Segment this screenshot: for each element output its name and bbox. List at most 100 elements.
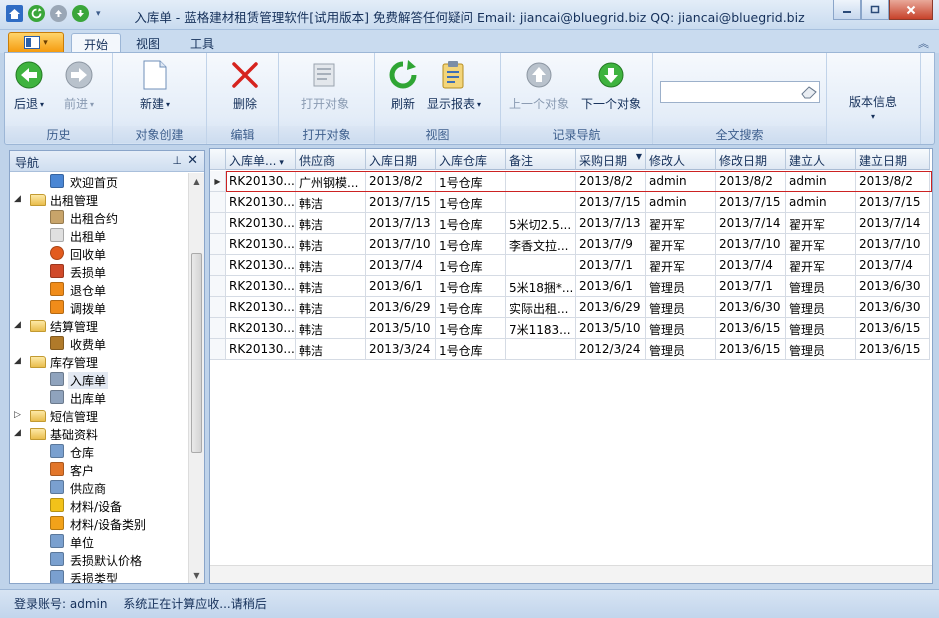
table-cell[interactable]: RK20130... [226, 318, 296, 339]
table-cell[interactable]: 2013/6/29 [366, 297, 436, 318]
forward-button[interactable]: 前进 ▾ [63, 59, 95, 112]
table-cell[interactable]: 5米18捆*... [506, 276, 576, 297]
table-cell[interactable]: 2013/7/4 [716, 255, 786, 276]
table-cell[interactable]: RK20130... [226, 213, 296, 234]
table-cell[interactable]: admin [646, 192, 716, 213]
table-cell[interactable]: 7米1183... [506, 318, 576, 339]
restore-button[interactable] [861, 0, 889, 20]
table-cell[interactable]: 2013/7/4 [856, 255, 930, 276]
column-header[interactable]: 修改人 [646, 149, 716, 170]
sort-dropdown-icon[interactable]: ▾ [276, 158, 284, 168]
table-cell[interactable]: 1号仓库 [436, 213, 506, 234]
column-header[interactable]: 建立日期 [856, 149, 930, 170]
nav-item[interactable]: 仓库 [10, 443, 188, 461]
table-cell[interactable]: RK20130... [226, 276, 296, 297]
new-button[interactable]: 新建 ▾ [139, 59, 171, 112]
table-cell[interactable]: 2013/6/15 [716, 339, 786, 360]
table-cell[interactable]: 韩洁 [296, 276, 366, 297]
nav-scrollbar[interactable]: ▲ ▼ [188, 173, 204, 583]
column-header[interactable]: 采购日期 ▼ [576, 149, 646, 170]
refresh-icon[interactable] [28, 5, 45, 22]
table-cell[interactable]: 2013/7/15 [576, 192, 646, 213]
header-corner[interactable] [210, 149, 226, 170]
table-cell[interactable]: 2013/8/2 [856, 171, 930, 192]
minimize-button[interactable] [833, 0, 861, 20]
filter-icon[interactable]: ▼ [636, 152, 642, 161]
table-cell[interactable]: 管理员 [646, 339, 716, 360]
table-row[interactable]: RK20130... 韩洁 2013/5/10 1号仓库 7米1183... 2013/5… [210, 318, 932, 339]
table-cell[interactable]: RK20130... [226, 171, 296, 192]
table-cell[interactable]: 2013/7/10 [856, 234, 930, 255]
table-cell[interactable]: 2013/7/15 [366, 192, 436, 213]
scroll-up-icon[interactable]: ▲ [189, 173, 204, 189]
nav-item[interactable]: 回收单 [10, 245, 188, 263]
scroll-thumb[interactable] [191, 253, 202, 453]
table-cell[interactable]: 5米切2.5... [506, 213, 576, 234]
row-indicator[interactable] [210, 234, 226, 255]
table-cell[interactable]: RK20130... [226, 234, 296, 255]
row-indicator[interactable] [210, 192, 226, 213]
ribbon-minimize-icon[interactable]: ︽ [918, 35, 929, 51]
table-cell[interactable]: 2013/6/30 [856, 276, 930, 297]
close-button[interactable] [889, 0, 933, 20]
table-cell[interactable]: admin [786, 171, 856, 192]
collapse-icon[interactable]: ◢ [14, 320, 21, 330]
row-indicator[interactable] [210, 318, 226, 339]
table-cell[interactable] [506, 171, 576, 192]
table-cell[interactable]: 2013/7/10 [716, 234, 786, 255]
table-cell[interactable]: 2013/7/1 [716, 276, 786, 297]
table-row[interactable]: RK20130... 韩洁 2013/7/15 1号仓库 2013/7/15 admin 2… [210, 192, 932, 213]
table-cell[interactable]: 2013/8/2 [366, 171, 436, 192]
table-cell[interactable]: 2013/7/15 [716, 192, 786, 213]
column-header[interactable]: 建立人 [786, 149, 856, 170]
nav-item[interactable]: 供应商 [10, 479, 188, 497]
table-cell[interactable]: 管理员 [646, 297, 716, 318]
nav-item[interactable]: ◢ 出租管理 [10, 191, 188, 209]
column-header[interactable]: 入库仓库 [436, 149, 506, 170]
table-cell[interactable]: 2013/7/10 [366, 234, 436, 255]
tab-view[interactable]: 视图 [124, 33, 172, 53]
nav-item[interactable]: 丢损默认价格 [10, 551, 188, 569]
table-cell[interactable] [506, 255, 576, 276]
clear-search-icon[interactable] [800, 84, 818, 100]
table-cell[interactable]: 2013/7/4 [366, 255, 436, 276]
column-header[interactable]: 入库单... ▾ [226, 149, 296, 170]
column-header[interactable]: 备注 [506, 149, 576, 170]
qat-customize-icon[interactable]: ▾ [96, 9, 101, 19]
table-cell[interactable]: 翟开军 [646, 255, 716, 276]
nav-item[interactable]: 出租单 [10, 227, 188, 245]
table-cell[interactable]: 管理员 [646, 276, 716, 297]
table-cell[interactable]: 2013/6/15 [856, 339, 930, 360]
refresh-button[interactable]: 刷新 [387, 59, 419, 112]
table-cell[interactable]: 韩洁 [296, 213, 366, 234]
nav-item[interactable]: 出租合约 [10, 209, 188, 227]
nav-item[interactable]: 收费单 [10, 335, 188, 353]
table-cell[interactable]: 2013/7/14 [716, 213, 786, 234]
table-cell[interactable]: 韩洁 [296, 297, 366, 318]
table-cell[interactable]: 2013/6/29 [576, 297, 646, 318]
column-header[interactable]: 入库日期 [366, 149, 436, 170]
nav-item[interactable]: 材料/设备 [10, 497, 188, 515]
table-cell[interactable]: 2013/6/1 [576, 276, 646, 297]
table-cell[interactable]: 韩洁 [296, 318, 366, 339]
expand-icon[interactable]: ▷ [14, 410, 21, 420]
down-arrow-icon[interactable] [72, 5, 89, 22]
table-cell[interactable]: 2013/7/9 [576, 234, 646, 255]
table-cell[interactable] [506, 192, 576, 213]
collapse-icon[interactable]: ◢ [14, 356, 21, 366]
nav-item[interactable]: 单位 [10, 533, 188, 551]
table-cell[interactable]: 1号仓库 [436, 171, 506, 192]
close-pane-icon[interactable]: ✕ [187, 153, 198, 168]
table-cell[interactable]: 2012/3/24 [576, 339, 646, 360]
collapse-icon[interactable]: ◢ [14, 428, 21, 438]
table-row[interactable]: RK20130... 韩洁 2013/3/24 1号仓库 2012/3/24 管理员 201… [210, 339, 932, 360]
back-button[interactable]: 后退 ▾ [13, 59, 45, 112]
nav-item[interactable]: 客户 [10, 461, 188, 479]
row-indicator[interactable] [210, 276, 226, 297]
nav-item[interactable]: 丢损单 [10, 263, 188, 281]
table-cell[interactable]: 2013/8/2 [716, 171, 786, 192]
tab-tools[interactable]: 工具 [178, 33, 226, 53]
nav-item[interactable]: 出库单 [10, 389, 188, 407]
table-cell[interactable]: 2013/5/10 [366, 318, 436, 339]
table-cell[interactable]: 2013/8/2 [576, 171, 646, 192]
